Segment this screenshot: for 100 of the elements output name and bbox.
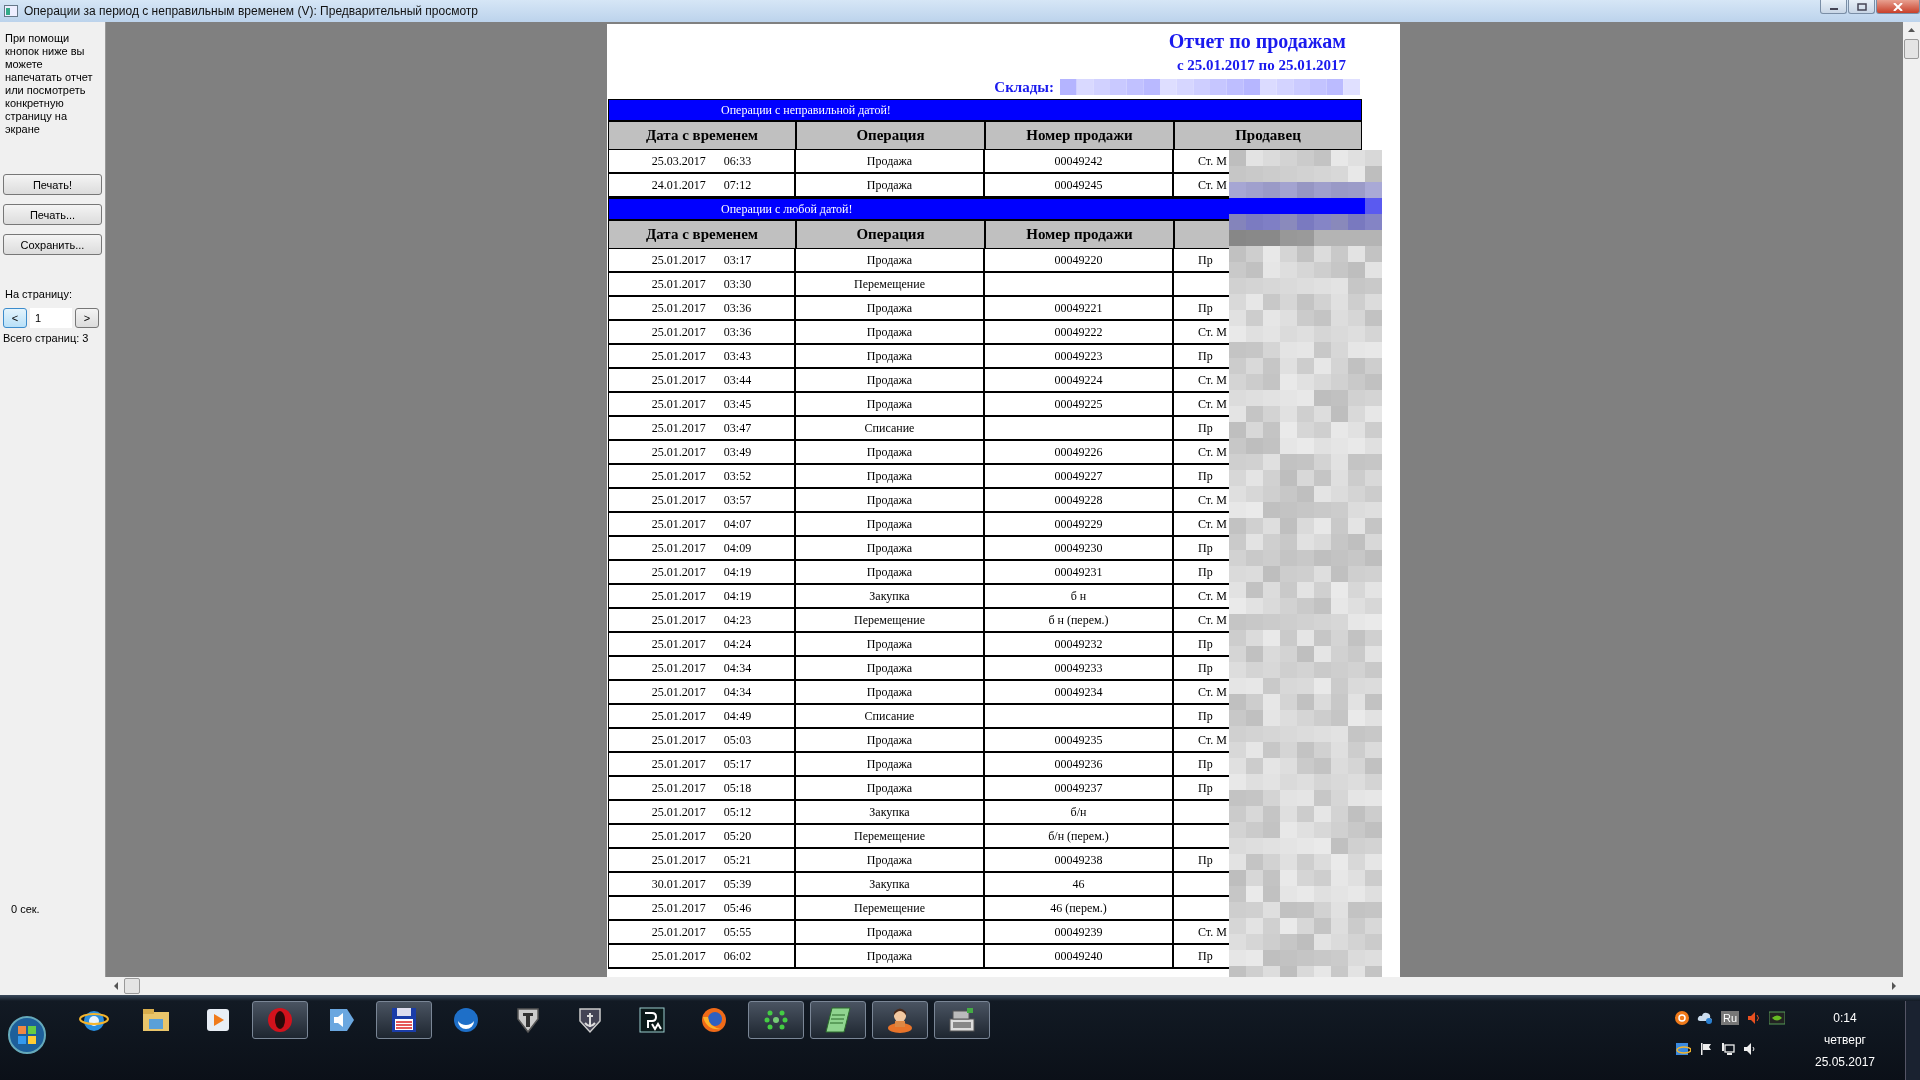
column-header: Операция — [796, 220, 985, 249]
square-icon — [637, 1005, 667, 1035]
table-cell: 25.01.2017 04:34 — [608, 681, 796, 705]
print-button[interactable]: Печать... — [3, 204, 102, 225]
table-cell: 00049236 — [985, 753, 1174, 777]
column-header: Номер продажи — [985, 220, 1174, 249]
table-cell: 00049224 — [985, 369, 1174, 393]
table-cell: Перемещение — [796, 609, 985, 633]
table-cell: 00049227 — [985, 465, 1174, 489]
table-cell: Продажа — [796, 849, 985, 873]
column-header: Номер продажи — [985, 121, 1174, 150]
table-cell: 25.01.2017 03:17 — [608, 249, 796, 273]
table-cell: Продажа — [796, 657, 985, 681]
report-period: с 25.01.2017 по 25.01.2017 — [1176, 56, 1346, 75]
cloud-icon[interactable] — [1696, 1011, 1713, 1025]
table-cell: 25.01.2017 05:18 — [608, 777, 796, 801]
table-cell: 00049221 — [985, 297, 1174, 321]
table-cell: 25.01.2017 03:47 — [608, 417, 796, 441]
table-cell: 00049237 — [985, 777, 1174, 801]
close-icon — [1893, 2, 1903, 11]
taskbar-button[interactable] — [872, 1001, 928, 1039]
muted-speaker-icon[interactable] — [1747, 1011, 1761, 1025]
crescent-icon — [451, 1005, 481, 1035]
table-cell: 25.01.2017 04:49 — [608, 705, 796, 729]
taskbar-button[interactable] — [810, 1001, 866, 1039]
table-cell: 46 — [985, 873, 1174, 897]
graphics-icon[interactable] — [1769, 1011, 1785, 1025]
page-number-field[interactable]: 1 — [30, 308, 72, 328]
table-cell: Продажа — [796, 345, 985, 369]
table-cell: 30.01.2017 05:39 — [608, 873, 796, 897]
table-cell: 00049234 — [985, 681, 1174, 705]
table-cell: Продажа — [796, 945, 985, 969]
table-cell: 25.01.2017 03:36 — [608, 321, 796, 345]
column-header: Дата с временем — [608, 121, 796, 150]
flag-icon[interactable] — [1698, 1042, 1713, 1056]
vertical-scrollbar[interactable] — [1903, 22, 1920, 977]
table-cell: Продажа — [796, 393, 985, 417]
table-cell: б н (перем.) — [985, 609, 1174, 633]
table-cell: Закупка — [796, 585, 985, 609]
maximize-button[interactable] — [1848, 0, 1875, 14]
clock-time: 0:14 — [1833, 1011, 1857, 1025]
table-cell: 25.01.2017 04:09 — [608, 537, 796, 561]
table-cell: 25.01.2017 04:19 — [608, 561, 796, 585]
taskbar-button[interactable] — [748, 1001, 804, 1039]
previous-page-button[interactable]: < — [3, 308, 27, 328]
clock-day: четверг — [1824, 1033, 1866, 1047]
update-icon[interactable] — [1674, 1041, 1691, 1057]
total-pages-text: Всего страниц: 3 — [3, 332, 90, 344]
table-cell: б/н (перем.) — [985, 825, 1174, 849]
scrollbar-thumb[interactable] — [1904, 39, 1919, 59]
maximize-icon — [1856, 2, 1867, 11]
cash-register-icon — [947, 1005, 977, 1035]
table-cell: 25.01.2017 06:02 — [608, 945, 796, 969]
network-icon[interactable] — [1720, 1042, 1735, 1056]
minimize-button[interactable] — [1820, 0, 1847, 14]
taskbar-button[interactable] — [376, 1001, 432, 1039]
table-cell: 25.01.2017 05:46 — [608, 897, 796, 921]
save-button[interactable]: Сохранить... — [3, 234, 102, 255]
language-indicator[interactable]: Ru — [1720, 1011, 1739, 1025]
table-cell: Закупка — [796, 801, 985, 825]
column-header — [1174, 220, 1230, 249]
table-cell: 00049220 — [985, 249, 1174, 273]
table-cell: Продажа — [796, 150, 985, 174]
table-cell: 00049238 — [985, 849, 1174, 873]
table-cell: Продажа — [796, 297, 985, 321]
print-button[interactable]: Печать! — [3, 174, 102, 195]
table-cell: б/н — [985, 801, 1174, 825]
tray-circle-icon[interactable] — [1674, 1011, 1689, 1025]
table-cell: 00049230 — [985, 537, 1174, 561]
table-cell: Перемещение — [796, 273, 985, 297]
table-cell: Продажа — [796, 921, 985, 945]
clock[interactable]: 0:14 четверг 25.05.2017 — [1805, 1011, 1885, 1069]
table-cell: Продажа — [796, 441, 985, 465]
next-page-button[interactable]: > — [75, 308, 99, 328]
table-cell: 00049233 — [985, 657, 1174, 681]
close-button[interactable] — [1876, 0, 1920, 14]
start-button[interactable] — [7, 1015, 47, 1055]
warehouses-label: Склады: — [994, 78, 1054, 96]
page-label: На страницу: — [4, 288, 73, 300]
scrollbar-thumb[interactable] — [124, 978, 140, 994]
table-cell: 25.01.2017 05:12 — [608, 801, 796, 825]
table-cell: 25.01.2017 05:17 — [608, 753, 796, 777]
taskbar-button[interactable] — [934, 1001, 990, 1039]
table-cell: 00049228 — [985, 489, 1174, 513]
table-cell: 25.01.2017 03:52 — [608, 465, 796, 489]
table-cell: 25.01.2017 03:49 — [608, 441, 796, 465]
table-cell: Продажа — [796, 489, 985, 513]
clock-date: 25.05.2017 — [1814, 1055, 1876, 1069]
table-cell: Перемещение — [796, 825, 985, 849]
section-heading: Операции с неправильной датой! — [608, 99, 1362, 121]
table-cell: 00049242 — [985, 150, 1174, 174]
table-cell: 25.01.2017 03:44 — [608, 369, 796, 393]
ring-icon — [265, 1005, 295, 1035]
table-cell: Перемещение — [796, 897, 985, 921]
table-cell: 25.01.2017 03:36 — [608, 297, 796, 321]
table-cell: 25.01.2017 03:30 — [608, 273, 796, 297]
window-title: Операции за период с неправильным временем (V): Предварительный просмотр — [24, 4, 478, 18]
table-cell: 00049239 — [985, 921, 1174, 945]
table-cell: 00049223 — [985, 345, 1174, 369]
speaker-icon[interactable] — [1742, 1042, 1757, 1056]
